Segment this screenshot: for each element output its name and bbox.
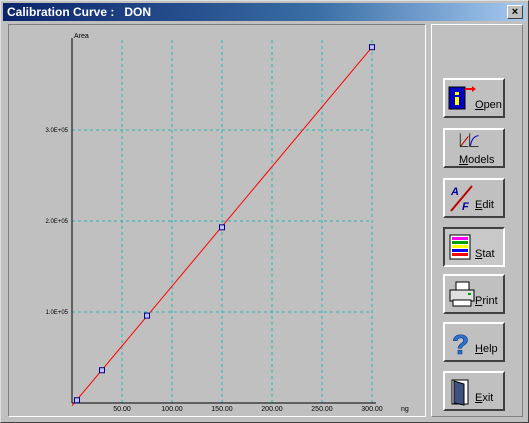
- tick-labels: 50.00 100.00 150.00 200.00 250.00 300.00 1.0E+…: [45, 128, 382, 413]
- data-point: [369, 44, 375, 51]
- data-point: [144, 312, 150, 319]
- models-curve-icon: [459, 133, 479, 148]
- x-tick-label: 300.00: [361, 406, 383, 413]
- models-button[interactable]: Models: [443, 128, 505, 168]
- edit-button[interactable]: A F Edit: [443, 178, 505, 218]
- stat-icon: [449, 234, 471, 260]
- y-tick-label: 1.0E+05: [45, 310, 68, 316]
- exit-door-icon: [451, 379, 469, 406]
- printer-icon: [449, 281, 475, 307]
- x-tick-label: 50.00: [113, 406, 131, 413]
- exit-label: Exit: [475, 392, 494, 404]
- svg-text:A: A: [450, 186, 459, 198]
- help-button[interactable]: ? Help: [443, 322, 505, 362]
- data-point: [219, 224, 225, 231]
- question-mark-icon: ?: [452, 329, 470, 357]
- open-button[interactable]: Open: [443, 78, 505, 118]
- x-tick-label: 200.00: [261, 406, 283, 413]
- help-label: Help: [475, 343, 498, 355]
- y-axis-label: Area: [74, 33, 89, 40]
- svg-text:?: ?: [452, 329, 469, 357]
- print-button[interactable]: Print: [443, 274, 505, 314]
- svg-text:F: F: [462, 201, 469, 213]
- edit-icon: A F: [450, 185, 473, 213]
- print-label: Print: [475, 295, 498, 307]
- edit-label: Edit: [475, 199, 494, 211]
- open-icon: [448, 86, 476, 110]
- y-tick-label: 3.0E+05: [45, 128, 68, 134]
- models-label: Models: [459, 154, 495, 166]
- open-label: Open: [475, 99, 502, 111]
- x-tick-label: 150.00: [211, 406, 233, 413]
- y-tick-label: 2.0E+05: [45, 219, 68, 225]
- data-point: [99, 367, 105, 374]
- x-tick-label: 100.00: [161, 406, 183, 413]
- stat-label: Stat: [475, 248, 495, 260]
- x-axis-label: ng: [401, 406, 409, 413]
- grid-layer: [72, 39, 373, 403]
- x-tick-label: 250.00: [311, 406, 333, 413]
- stat-button[interactable]: Stat: [443, 227, 505, 267]
- exit-button[interactable]: Exit: [443, 371, 505, 411]
- data-point: [74, 397, 80, 404]
